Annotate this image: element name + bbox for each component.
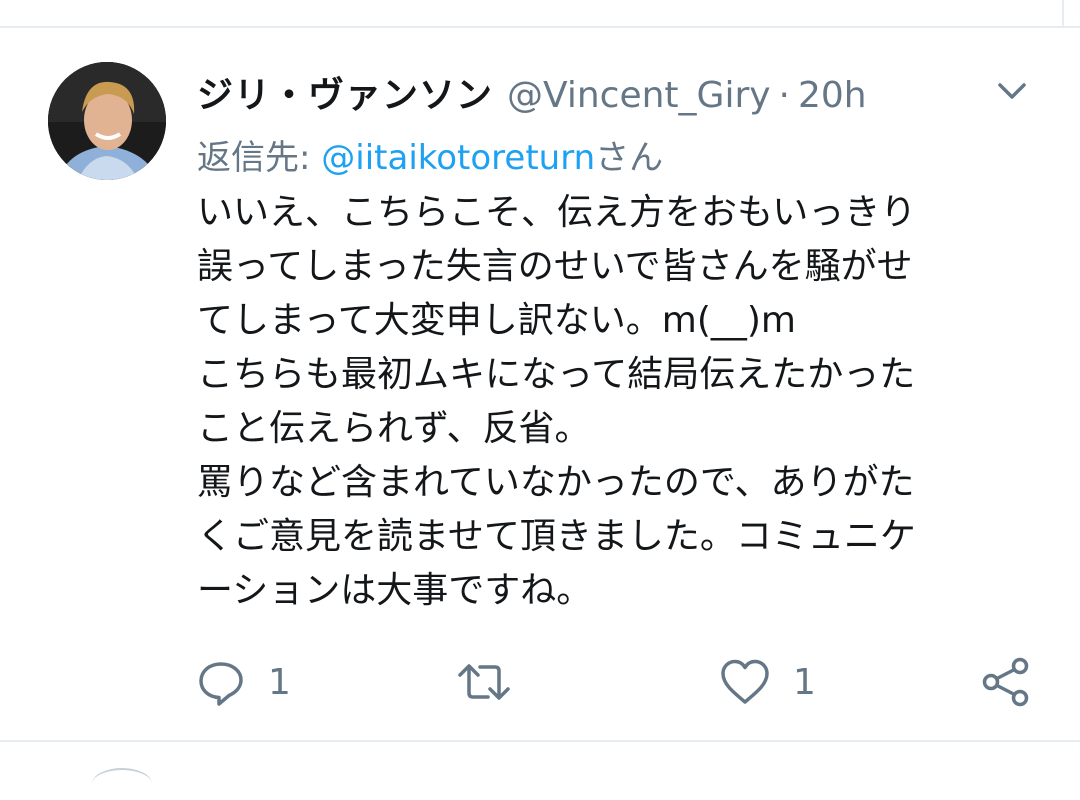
share-icon xyxy=(980,657,1032,707)
reply-context: 返信先: @iitaikotoreturnさん xyxy=(197,130,663,179)
tweet-text-line: くご意見を読ませて頂きました。コミュニケ xyxy=(197,516,916,557)
like-button[interactable]: 1 xyxy=(719,656,816,708)
reply-count: 1 xyxy=(268,661,291,703)
tweet-body: いいえ、こちらこそ、伝え方をおもいっきり 誤ってしまった失言のせいで皆さんを騒が… xyxy=(197,186,1017,618)
user-handle[interactable]: @Vincent_Giry xyxy=(507,75,771,116)
next-avatar-edge xyxy=(92,768,152,800)
reply-suffix: さん xyxy=(595,138,664,178)
tweet-text-line: こと伝えられず、反省。 xyxy=(197,408,591,449)
tweet-text-line: こちらも最初ムキになって結局伝えたかった xyxy=(197,354,916,395)
avatar-photo xyxy=(48,62,166,180)
tweet-header: ジリ・ヴァンソン @Vincent_Giry · 20h xyxy=(197,66,867,116)
display-name[interactable]: ジリ・ヴァンソン xyxy=(197,66,493,118)
reply-mention-link[interactable]: @iitaikotoreturn xyxy=(321,138,595,178)
share-button[interactable] xyxy=(980,656,1032,708)
chevron-down-icon[interactable] xyxy=(992,74,1032,108)
tweet-actions: 1 1 xyxy=(0,650,1080,714)
tweet-text-line: 誤ってしまった失言のせいで皆さんを騒がせ xyxy=(197,246,913,287)
tweet-text-line: 罵りなど含まれていなかったので、ありがた xyxy=(197,462,915,503)
reply-bubble-icon xyxy=(196,657,246,707)
tweet-text-line: いいえ、こちらこそ、伝え方をおもいっきり xyxy=(197,192,917,233)
retweet-icon xyxy=(456,657,512,707)
next-tweet-divider xyxy=(0,740,1080,772)
retweet-button[interactable] xyxy=(456,656,512,708)
like-count: 1 xyxy=(793,661,816,703)
tweet-text-line: てしまって大変申し訳ない。m(__)m xyxy=(197,300,796,341)
reply-button[interactable]: 1 xyxy=(196,656,291,708)
separator-dot: · xyxy=(778,75,790,116)
reply-prefix: 返信先: xyxy=(197,138,322,178)
tweet-text-line: ーションは大事ですね。 xyxy=(197,570,593,611)
previous-tweet-divider xyxy=(0,0,1080,28)
heart-icon xyxy=(719,657,771,707)
timestamp[interactable]: 20h xyxy=(798,75,867,116)
thread-edge xyxy=(1062,0,1064,28)
avatar[interactable] xyxy=(48,62,166,180)
